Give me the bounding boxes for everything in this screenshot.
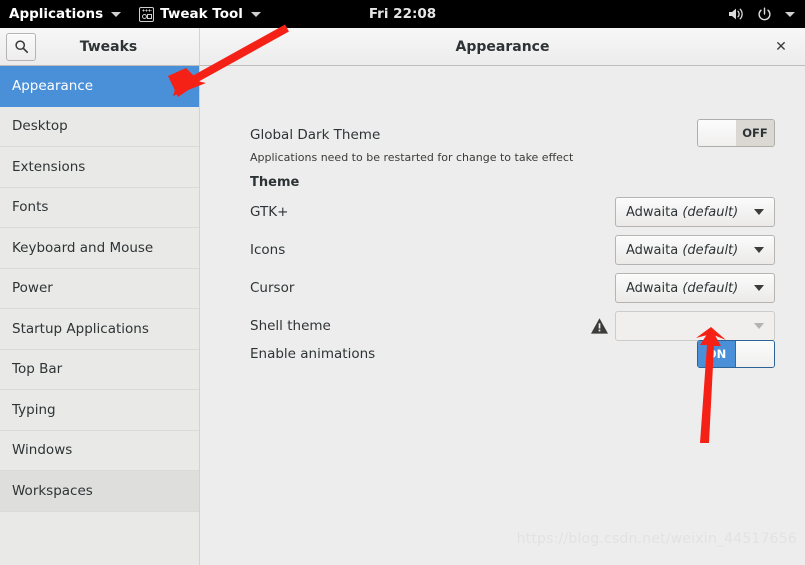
global-dark-theme-description: Applications need to be restarted for ch… <box>250 150 574 164</box>
sidebar-item-fonts[interactable]: Fonts <box>0 187 199 228</box>
cursor-theme-label: Cursor <box>250 280 295 296</box>
shell-theme-label: Shell theme <box>250 318 331 334</box>
enable-animations-switch[interactable]: ON <box>697 340 775 368</box>
icons-theme-label: Icons <box>250 242 286 258</box>
sidebar-item-label: Typing <box>12 401 56 418</box>
sidebar-item-label: Desktop <box>12 118 68 135</box>
cursor-theme-dropdown[interactable]: Adwaita (default) <box>615 273 775 303</box>
sidebar-empty-area <box>0 511 199 565</box>
app-menu-tweak-tool[interactable]: Tweak Tool <box>130 0 270 28</box>
tweak-tool-window: Tweaks Appearance ✕ Appearance Desktop E… <box>0 28 805 565</box>
chevron-down-icon <box>754 285 764 291</box>
chevron-down-icon <box>111 11 122 17</box>
chevron-down-icon[interactable] <box>785 11 795 17</box>
warning-icon <box>590 317 609 335</box>
theme-section-header: Theme <box>200 172 805 192</box>
sidebar-item-label: Fonts <box>12 199 49 216</box>
sidebar-item-startup-applications[interactable]: Startup Applications <box>0 309 199 350</box>
gtk-theme-row: GTK+ Adwaita (default) <box>200 193 805 231</box>
enable-animations-label: Enable animations <box>250 346 376 362</box>
sidebar-item-label: Top Bar <box>12 361 63 378</box>
search-icon <box>14 40 28 54</box>
switch-knob <box>698 120 736 146</box>
sidebar-item-extensions[interactable]: Extensions <box>0 147 199 188</box>
chevron-down-icon <box>754 209 764 215</box>
sidebar-item-top-bar[interactable]: Top Bar <box>0 349 199 390</box>
sidebar-item-typing[interactable]: Typing <box>0 390 199 431</box>
sidebar-item-label: Extensions <box>12 158 86 175</box>
sidebar-item-windows[interactable]: Windows <box>0 430 199 471</box>
sidebar-item-desktop[interactable]: Desktop <box>0 106 199 147</box>
global-dark-theme-description-row: Applications need to be restarted for ch… <box>200 149 805 165</box>
gtk-theme-value: Adwaita (default) <box>626 204 739 220</box>
page-title: Appearance <box>455 38 550 55</box>
cursor-theme-value: Adwaita (default) <box>626 280 739 296</box>
sidebar-header-title: Tweaks <box>79 38 138 55</box>
global-dark-theme-label: Global Dark Theme <box>250 127 381 143</box>
sidebar-item-label: Workspaces <box>12 482 93 499</box>
sidebar-item-power[interactable]: Power <box>0 268 199 309</box>
applications-menu-label: Applications <box>9 6 104 22</box>
gtk-theme-dropdown[interactable]: Adwaita (default) <box>615 197 775 227</box>
top-bar-left: Applications Tweak Tool <box>0 0 270 28</box>
cursor-theme-row: Cursor Adwaita (default) <box>200 269 805 307</box>
chevron-down-icon <box>250 11 261 17</box>
chevron-down-icon <box>754 323 764 329</box>
sidebar-item-label: Keyboard and Mouse <box>12 239 154 256</box>
switch-knob <box>736 341 774 367</box>
switch-state-label: OFF <box>736 120 774 146</box>
theme-section-title: Theme <box>250 174 300 190</box>
enable-animations-row: Enable animations ON <box>200 335 805 373</box>
icons-theme-dropdown[interactable]: Adwaita (default) <box>615 235 775 265</box>
sidebar: Appearance Desktop Extensions Fonts Keyb… <box>0 66 200 565</box>
window-header-bar: Tweaks Appearance ✕ <box>0 28 805 66</box>
power-icon <box>755 0 773 28</box>
search-button[interactable] <box>6 32 36 61</box>
watermark: https://blog.csdn.net/weixin_44517656 <box>516 531 797 547</box>
gnome-top-bar: Applications Tweak Tool Fri 22:08 <box>0 0 805 28</box>
applications-menu[interactable]: Applications <box>0 0 130 28</box>
sidebar-item-label: Power <box>12 280 53 297</box>
volume-icon <box>727 0 745 28</box>
screen-root: Applications Tweak Tool Fri 22:08 Tweaks… <box>0 0 805 565</box>
sidebar-item-appearance[interactable]: Appearance <box>0 66 199 107</box>
chevron-down-icon <box>754 247 764 253</box>
clock[interactable]: Fri 22:08 <box>369 6 436 22</box>
sidebar-item-workspaces[interactable]: Workspaces <box>0 471 199 512</box>
tweak-tool-icon <box>139 6 155 22</box>
sidebar-item-keyboard-and-mouse[interactable]: Keyboard and Mouse <box>0 228 199 269</box>
close-icon[interactable]: ✕ <box>771 37 791 57</box>
sidebar-item-label: Windows <box>12 442 73 459</box>
switch-state-label: ON <box>698 341 736 367</box>
icons-theme-row: Icons Adwaita (default) <box>200 231 805 269</box>
global-dark-theme-switch[interactable]: OFF <box>697 119 775 147</box>
gtk-theme-label: GTK+ <box>250 204 289 220</box>
global-dark-theme-switch-wrap: OFF <box>697 119 775 147</box>
sidebar-item-label: Appearance <box>12 77 94 94</box>
icons-theme-value: Adwaita (default) <box>626 242 739 258</box>
app-menu-label: Tweak Tool <box>160 6 243 22</box>
top-bar-status-area[interactable] <box>727 0 801 28</box>
header-bar-sidebar-part: Tweaks <box>0 28 200 65</box>
sidebar-item-label: Startup Applications <box>12 320 149 337</box>
settings-panel: Global Dark Theme Applications need to b… <box>200 66 805 565</box>
